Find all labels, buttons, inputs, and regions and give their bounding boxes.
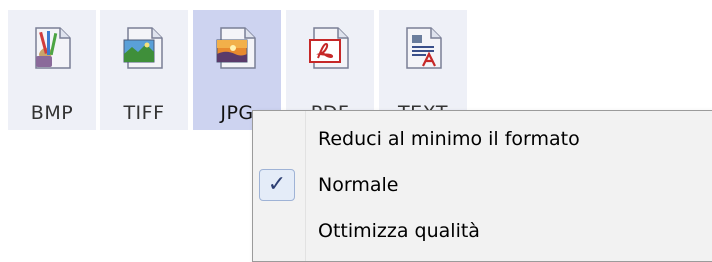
- menu-item-label: Reduci al minimo il formato: [318, 128, 580, 150]
- menu-item-label: Normale: [318, 174, 399, 196]
- format-label-tiff: TIFF: [123, 102, 165, 124]
- tiff-image-icon: [123, 27, 163, 69]
- format-tile-tiff[interactable]: TIFF: [100, 10, 188, 130]
- text-document-icon: [406, 27, 442, 69]
- menu-item-optimize-quality[interactable]: Ottimizza qualità: [253, 212, 712, 252]
- format-label-bmp: BMP: [30, 102, 74, 124]
- checked-indicator: ✓: [259, 169, 295, 201]
- context-menu: Reduci al minimo il formato ✓ Normale Ot…: [252, 110, 712, 262]
- menu-item-minimize-size[interactable]: Reduci al minimo il formato: [253, 120, 712, 160]
- pdf-icon: [309, 27, 349, 69]
- checkmark-icon: ✓: [267, 172, 287, 197]
- menu-item-normal[interactable]: ✓ Normale: [253, 166, 712, 206]
- menu-item-label: Ottimizza qualità: [318, 220, 480, 242]
- jpg-photo-icon: [216, 27, 256, 69]
- bmp-paint-icon: [35, 27, 71, 69]
- format-tile-bmp[interactable]: BMP: [8, 10, 96, 130]
